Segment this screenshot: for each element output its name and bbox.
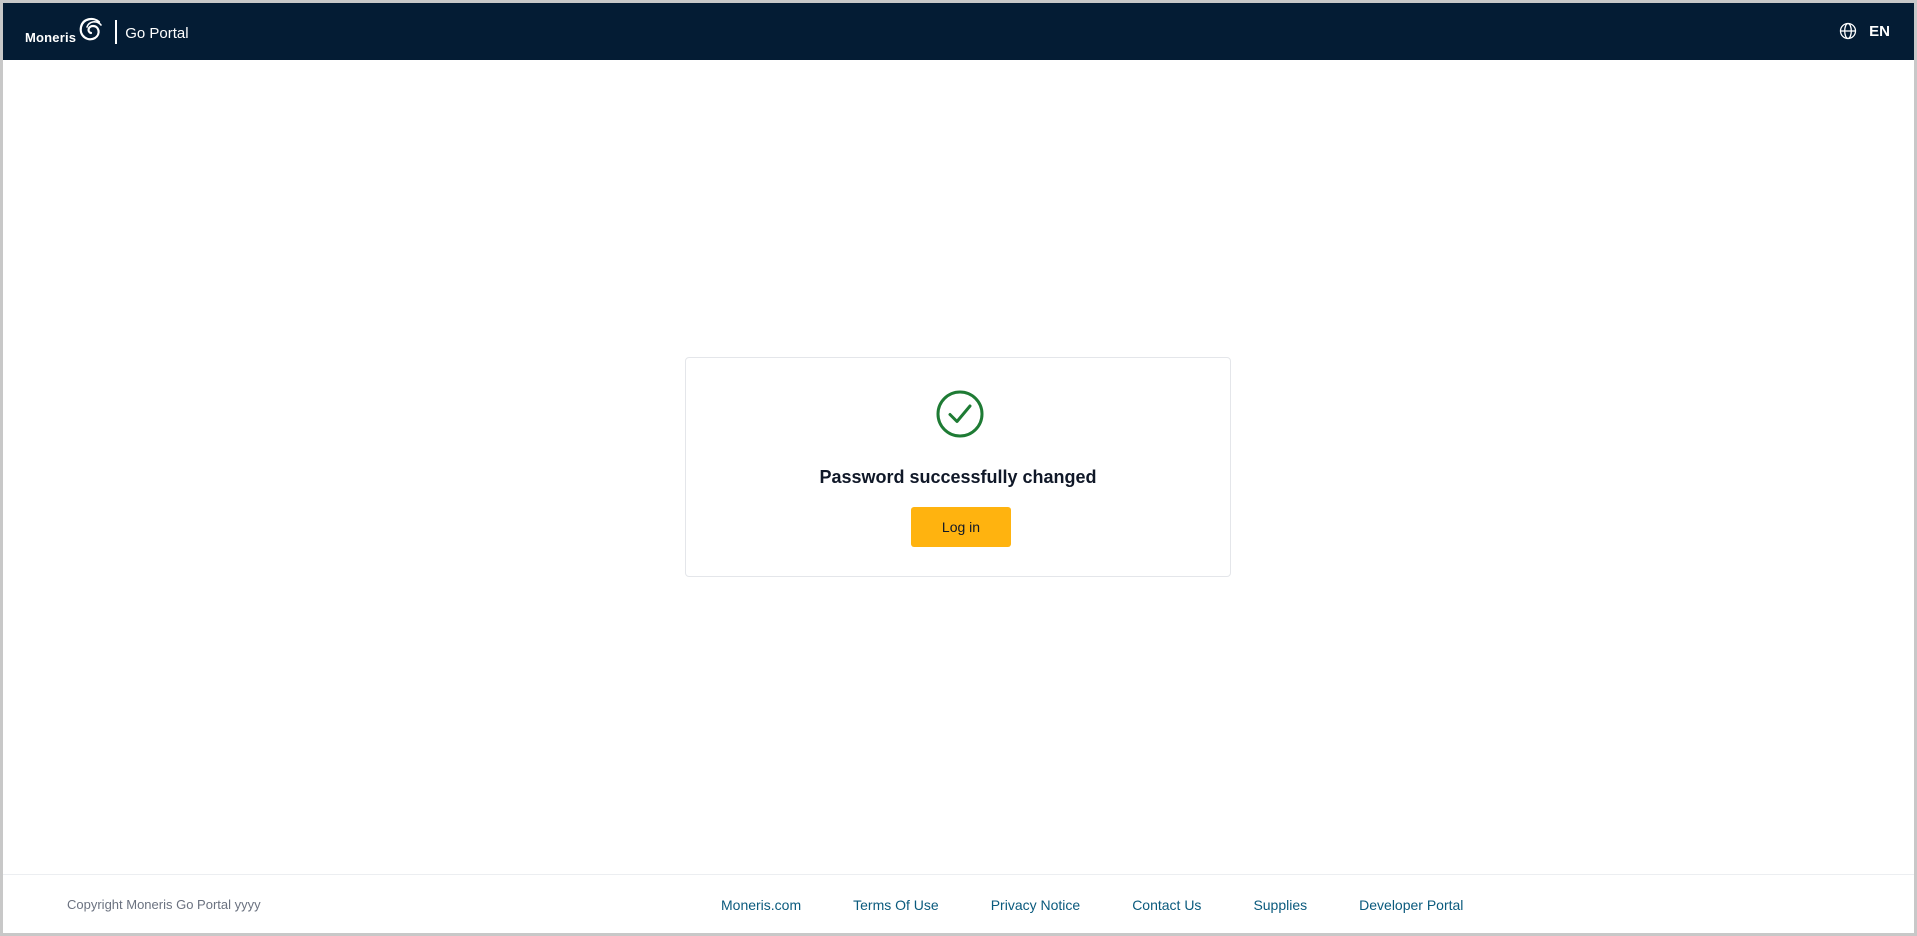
footer-links: Moneris.com Terms Of Use Privacy Notice … xyxy=(721,897,1463,913)
browser-viewport: Moneris Go Portal EN Password successful… xyxy=(3,3,1914,933)
success-check-icon xyxy=(936,390,984,438)
brand-divider xyxy=(115,20,118,44)
top-navigation-bar: Moneris Go Portal EN xyxy=(3,3,1914,60)
brand-logo[interactable]: Moneris Go Portal xyxy=(25,16,189,48)
footer-link-terms-of-use[interactable]: Terms Of Use xyxy=(853,897,939,913)
footer-link-contact-us[interactable]: Contact Us xyxy=(1132,897,1201,913)
brand-name: Moneris xyxy=(25,29,77,45)
language-selector[interactable]: EN xyxy=(1839,22,1890,40)
moneris-swirl-icon xyxy=(79,17,103,41)
language-label: EN xyxy=(1869,22,1890,40)
globe-icon xyxy=(1840,22,1857,40)
footer-link-supplies[interactable]: Supplies xyxy=(1253,897,1307,913)
footer-link-moneris-com[interactable]: Moneris.com xyxy=(721,897,801,913)
portal-name: Go Portal xyxy=(125,24,189,42)
copyright-text: Copyright Moneris Go Portal yyyy xyxy=(67,897,261,912)
login-button[interactable]: Log in xyxy=(911,507,1011,547)
page-footer: Copyright Moneris Go Portal yyyy Moneris… xyxy=(3,874,1914,933)
footer-link-developer-portal[interactable]: Developer Portal xyxy=(1359,897,1463,913)
success-card: Password successfully changed Log in xyxy=(685,357,1231,577)
success-title: Password successfully changed xyxy=(819,467,1097,487)
footer-link-privacy-notice[interactable]: Privacy Notice xyxy=(991,897,1080,913)
